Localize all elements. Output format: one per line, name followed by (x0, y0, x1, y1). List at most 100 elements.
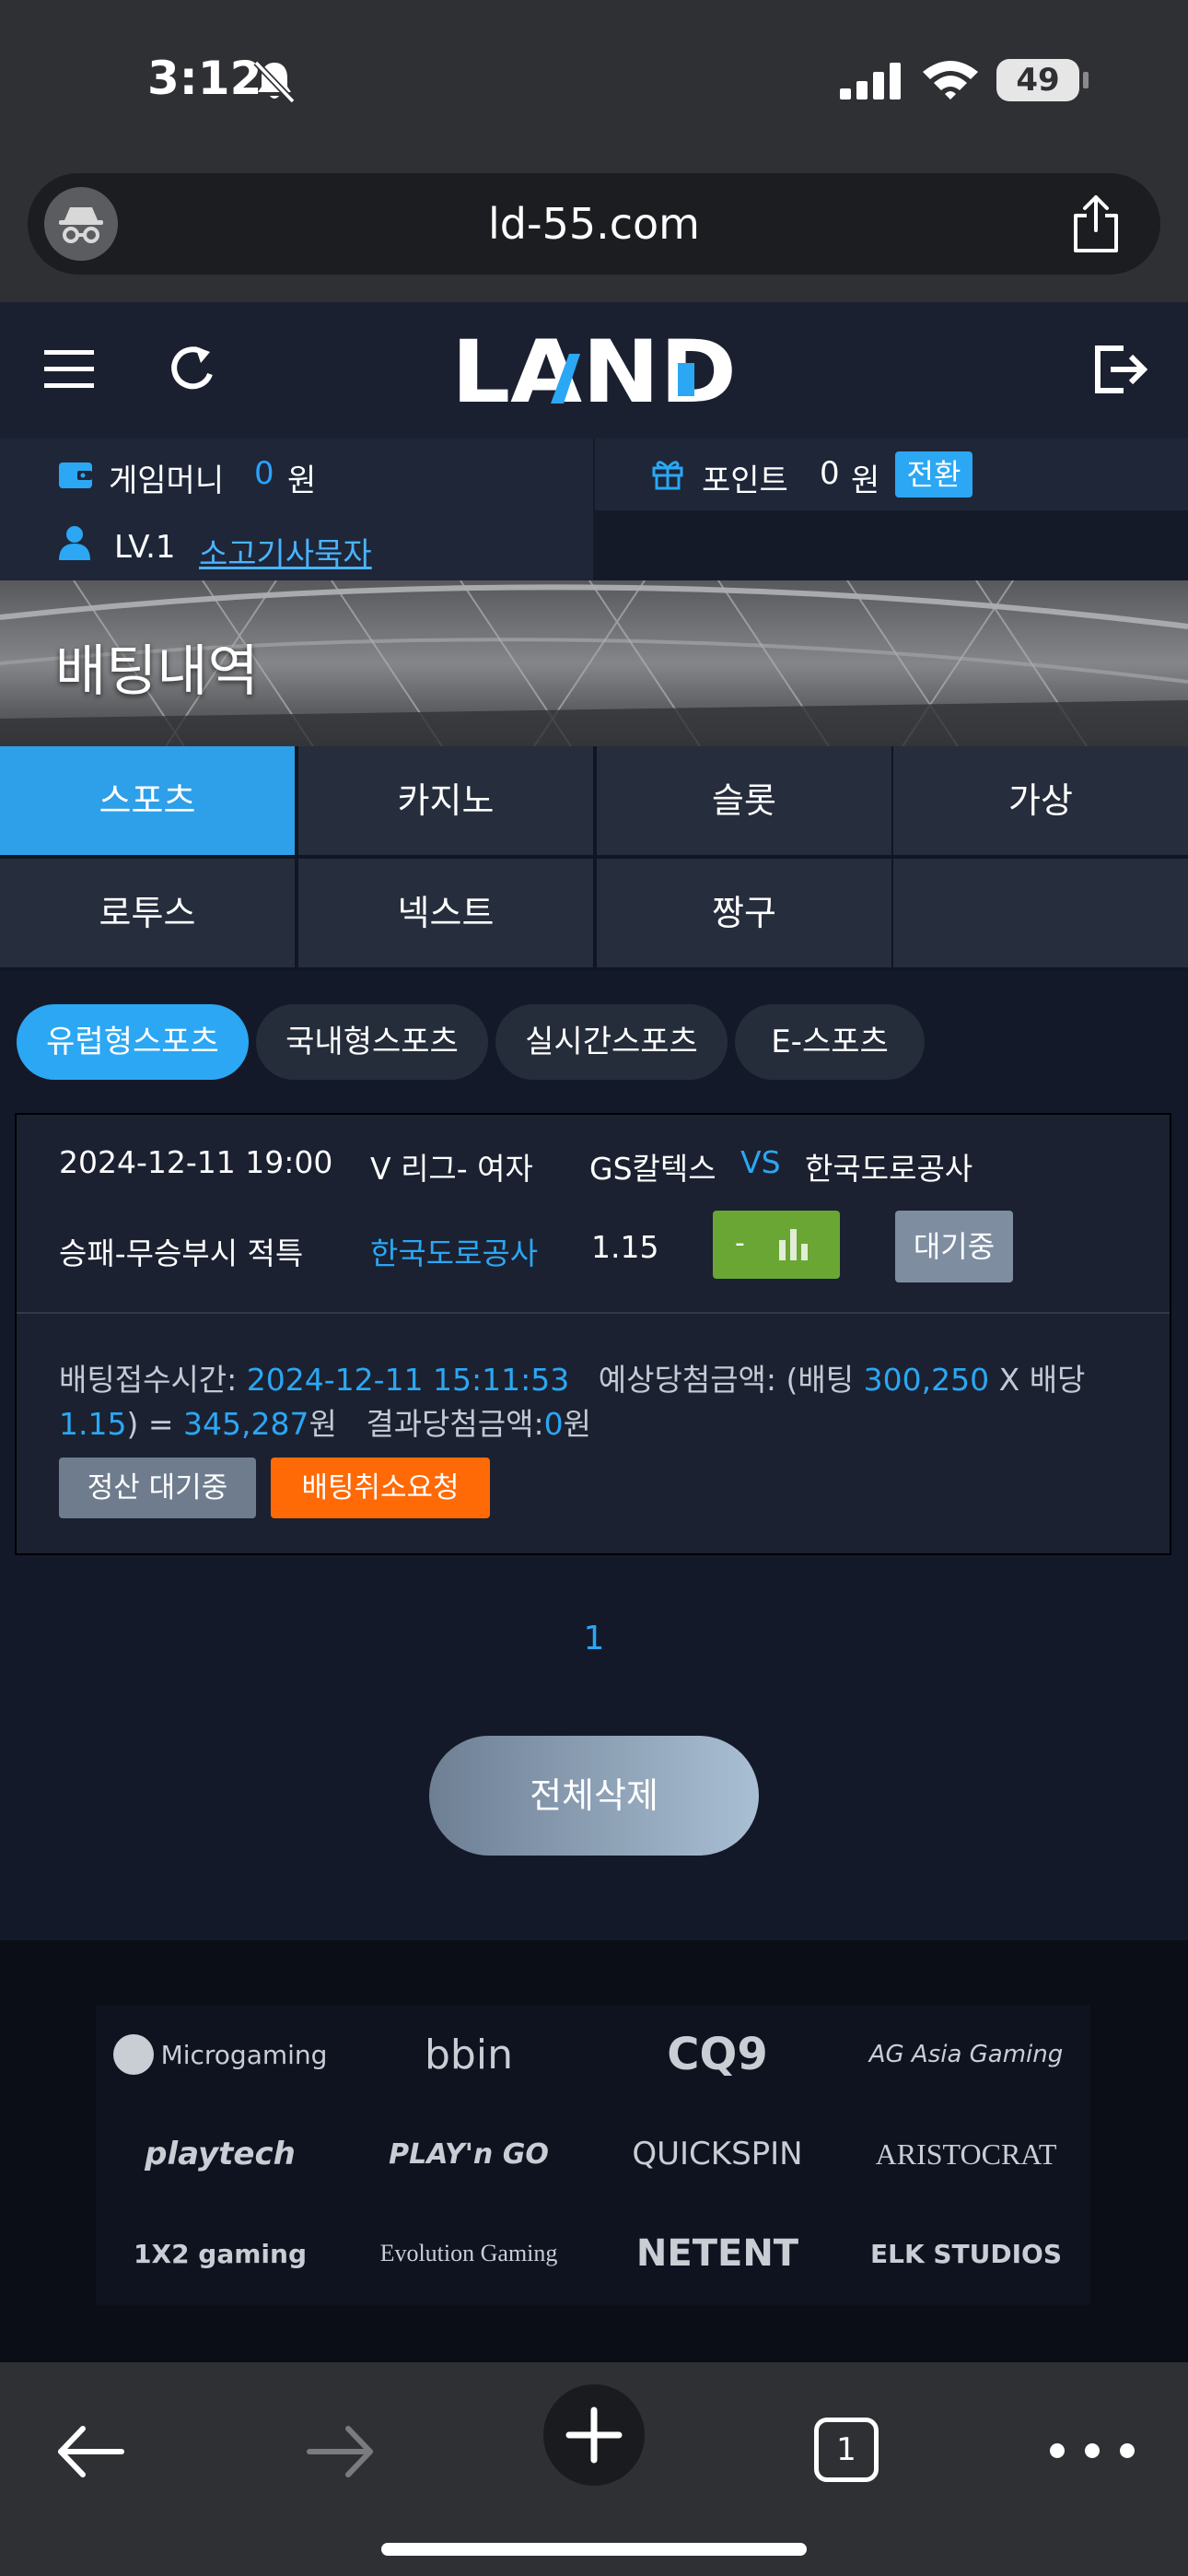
result-mark: - (735, 1227, 745, 1259)
home-team: GS칼텍스 (589, 1151, 716, 1187)
menu-icon[interactable] (44, 345, 94, 392)
cancel-bet-button[interactable]: 배팅취소요청 (271, 1458, 490, 1518)
result-indicator[interactable]: - (713, 1211, 840, 1279)
tab-slot[interactable]: 슬롯 (597, 746, 891, 855)
forward-arrow-icon[interactable] (304, 2419, 378, 2484)
tab-lotus[interactable]: 로투스 (0, 859, 295, 967)
subtab-live[interactable]: 실시간스포츠 (495, 1004, 728, 1080)
received-time: 2024-12-11 15:11:53 (246, 1362, 570, 1398)
partner-logo: 1X2 gaming (96, 2204, 344, 2303)
divider (17, 1312, 1170, 1314)
partner-logo: ELK STUDIOS (842, 2204, 1090, 2303)
partner-logo: CQ9 (593, 2005, 842, 2104)
url-text[interactable]: ld-55.com (28, 199, 1160, 249)
partner-logo: AG Asia Gaming (842, 2005, 1090, 2104)
settlement-status-badge: 정산 대기중 (59, 1458, 256, 1518)
match-datetime: 2024-12-11 19:00 (59, 1144, 333, 1180)
tab-empty (893, 859, 1188, 967)
microgaming-icon (112, 2034, 154, 2075)
page-number[interactable]: 1 (584, 1620, 605, 1657)
home-indicator (381, 2543, 807, 2556)
username-link[interactable]: 소고기사묵자 (199, 529, 372, 574)
won-unit: 원 (309, 1406, 337, 1442)
site-logo[interactable]: LAND (451, 326, 737, 415)
status-waiting-button[interactable]: 대기중 (895, 1211, 1013, 1282)
expected-label: 예상당첨금액: (배팅 (598, 1362, 855, 1398)
bet-detail: 배팅접수시간: 2024-12-11 15:11:53 예상당첨금액: (배팅 … (59, 1358, 1127, 1446)
partner-name: playtech (145, 2136, 296, 2172)
user-level: LV.1 (114, 529, 176, 566)
status-time: 3:12 (147, 52, 262, 105)
site-header: LAND (0, 302, 1188, 439)
page-banner: 배팅내역 (0, 580, 1188, 746)
pagination: 1 (0, 1620, 1188, 1657)
point-panel: 포인트 0 원 전환 (0, 439, 1188, 510)
bell-muted-icon (253, 60, 296, 104)
refresh-icon[interactable] (168, 341, 219, 396)
partner-logo: QUICKSPIN (593, 2104, 842, 2204)
footer: Microgaming bbin CQ9 AG Asia Gaming play… (0, 1940, 1188, 2364)
logout-icon[interactable] (1092, 343, 1147, 396)
equals-label: ) = (126, 1406, 174, 1442)
share-icon[interactable] (1068, 193, 1124, 254)
level-panel: LV.1 소고기사묵자 (0, 510, 593, 580)
partner-name: Evolution Gaming (379, 2240, 558, 2266)
partner-logo: Microgaming (96, 2005, 344, 2104)
partner-name: NETENT (635, 2232, 799, 2275)
expected-win: 345,287 (183, 1406, 309, 1442)
subtab-esports[interactable]: E-스포츠 (735, 1004, 925, 1080)
subtab-european[interactable]: 유럽형스포츠 (17, 1004, 249, 1080)
delete-all-button[interactable]: 전체삭제 (429, 1736, 759, 1856)
partner-name: ARISTOCRAT (875, 2137, 1057, 2171)
partner-logo: bbin (344, 2005, 593, 2104)
page-title: 배팅내역 (55, 639, 259, 704)
subtab-domestic[interactable]: 국내형스포츠 (256, 1004, 488, 1080)
tab-next[interactable]: 넥스트 (298, 859, 593, 967)
tab-virtual[interactable]: 가상 (893, 746, 1188, 855)
result-amount: 0 (543, 1406, 564, 1442)
x-odds-label: X 배당 (998, 1362, 1086, 1398)
battery-tip (1083, 72, 1089, 88)
wifi-icon (923, 61, 978, 100)
user-icon (59, 526, 90, 560)
category-tabs: 스포츠 카지노 슬롯 가상 로투스 넥스트 짱구 (0, 746, 1188, 971)
tabs-count-button[interactable]: 1 (814, 2418, 879, 2482)
point-unit: 원 (851, 463, 880, 499)
battery-indicator: 49 (996, 59, 1079, 101)
partner-name: QUICKSPIN (632, 2136, 803, 2172)
league-name: V 리그- 여자 (370, 1151, 533, 1187)
account-summary: 게임머니 0 원 포인트 0 원 전환 (0, 439, 1188, 510)
partner-name: Microgaming (160, 2039, 328, 2070)
received-label: 배팅접수시간: (59, 1362, 238, 1398)
partner-logos: Microgaming bbin CQ9 AG Asia Gaming play… (96, 2005, 1090, 2305)
tab-casino[interactable]: 카지노 (298, 746, 593, 855)
convert-button[interactable]: 전환 (895, 451, 973, 498)
bet-market: 승패-무승부시 적특 (59, 1235, 304, 1271)
new-tab-button[interactable] (543, 2384, 645, 2486)
partner-name: ELK STUDIOS (869, 2238, 1063, 2269)
partner-logo: PLAY'n GO (344, 2104, 593, 2204)
tab-jjanggu[interactable]: 짱구 (597, 859, 891, 967)
partner-logo: ARISTOCRAT (842, 2104, 1090, 2204)
point-label: 포인트 (702, 463, 788, 499)
level-row: LV.1 소고기사묵자 (0, 510, 1188, 580)
point-value: 0 (820, 455, 840, 492)
bet-odds: 1.15 (591, 1229, 659, 1265)
address-bar[interactable]: ld-55.com (28, 173, 1160, 275)
result-label: 결과당첨금액: (366, 1406, 544, 1442)
vs-label: VS (740, 1144, 781, 1180)
result-unit: 원 (563, 1406, 591, 1442)
partner-logo: Evolution Gaming (344, 2204, 593, 2303)
status-bar: 3:12 49 (0, 0, 1188, 166)
partner-logo: playtech (96, 2104, 344, 2204)
partner-name: bbin (425, 2031, 513, 2078)
bet-match-info: 2024-12-11 19:00 V 리그- 여자 GS칼텍스 VS 한국도로공… (17, 1115, 1170, 1312)
partner-name: AG Asia Gaming (868, 2041, 1064, 2068)
detail-odds: 1.15 (59, 1406, 127, 1442)
partner-name: PLAY'n GO (389, 2137, 549, 2171)
plus-icon (565, 2406, 623, 2464)
partner-logo: NETENT (593, 2204, 842, 2303)
tab-sports[interactable]: 스포츠 (0, 746, 295, 855)
back-arrow-icon[interactable] (53, 2419, 127, 2484)
more-icon[interactable] (1046, 2441, 1138, 2460)
